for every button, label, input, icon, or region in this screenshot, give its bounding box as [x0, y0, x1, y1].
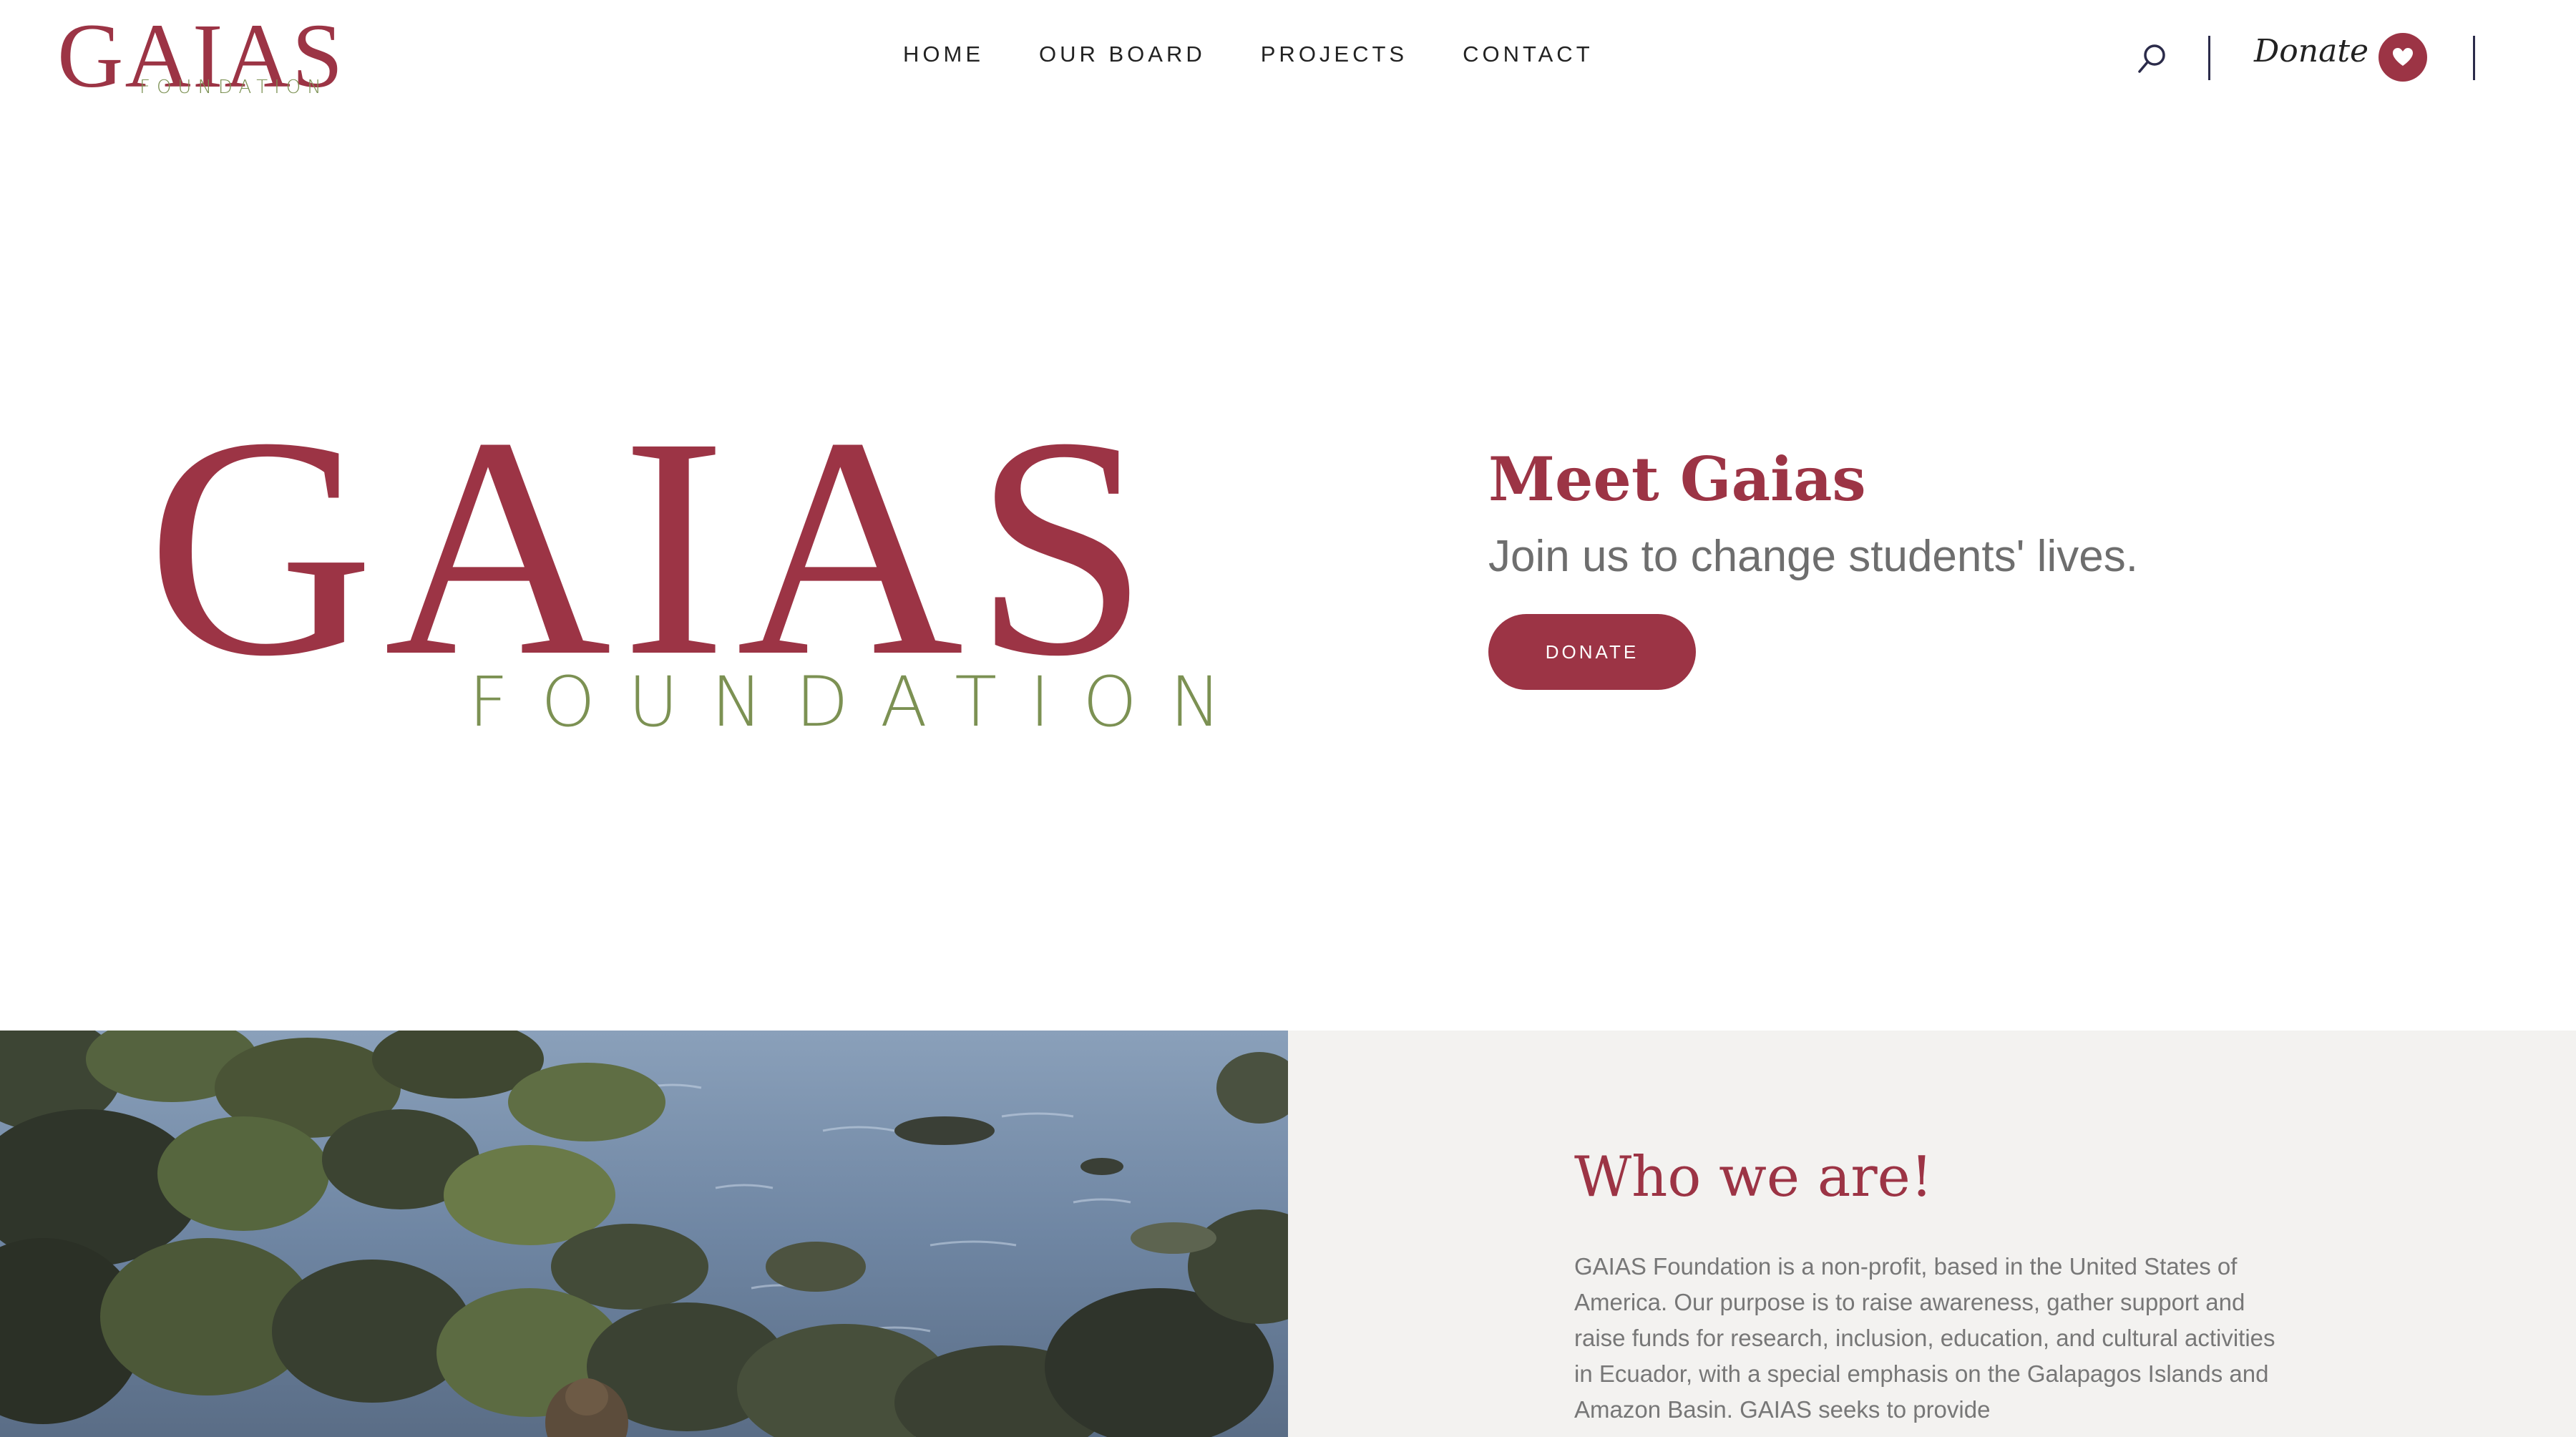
- hero-logo-subtitle: FOUNDATION: [469, 662, 1254, 742]
- donate-link[interactable]: Donate: [2254, 33, 2368, 69]
- main-nav: HOME OUR BOARD PROJECTS CONTACT: [903, 42, 1594, 67]
- hero-tagline: Join us to change students' lives.: [1488, 532, 2138, 581]
- heart-icon[interactable]: [2379, 33, 2427, 82]
- about-section: Who we are! GAIAS Foundation is a non-pr…: [0, 1031, 2576, 1437]
- nav-our-board[interactable]: OUR BOARD: [1039, 42, 1206, 67]
- header-logo[interactable]: GAIAS FOUNDATION: [57, 10, 343, 102]
- about-text: GAIAS Foundation is a non-profit, based …: [1574, 1253, 2275, 1423]
- nav-home[interactable]: HOME: [903, 42, 984, 67]
- header-divider: [2208, 36, 2210, 80]
- search-icon[interactable]: [2137, 42, 2168, 76]
- site-header: GAIAS FOUNDATION HOME OUR BOARD PROJECTS…: [0, 0, 2576, 115]
- nav-projects[interactable]: PROJECTS: [1261, 42, 1407, 67]
- nav-contact[interactable]: CONTACT: [1463, 42, 1594, 67]
- logo-subtitle: FOUNDATION: [140, 77, 328, 98]
- hero-title: Meet Gaias: [1488, 444, 1866, 515]
- hero-logo-wordmark: GAIAS: [147, 373, 1159, 721]
- header-divider-right: [2473, 36, 2475, 80]
- hero-logo: GAIAS FOUNDATION: [147, 390, 1221, 743]
- galapagos-photo: [0, 1031, 1288, 1437]
- donate-button[interactable]: DONATE: [1488, 614, 1696, 690]
- about-panel: Who we are! GAIAS Foundation is a non-pr…: [1288, 1031, 2576, 1437]
- about-title: Who we are!: [1574, 1145, 1933, 1209]
